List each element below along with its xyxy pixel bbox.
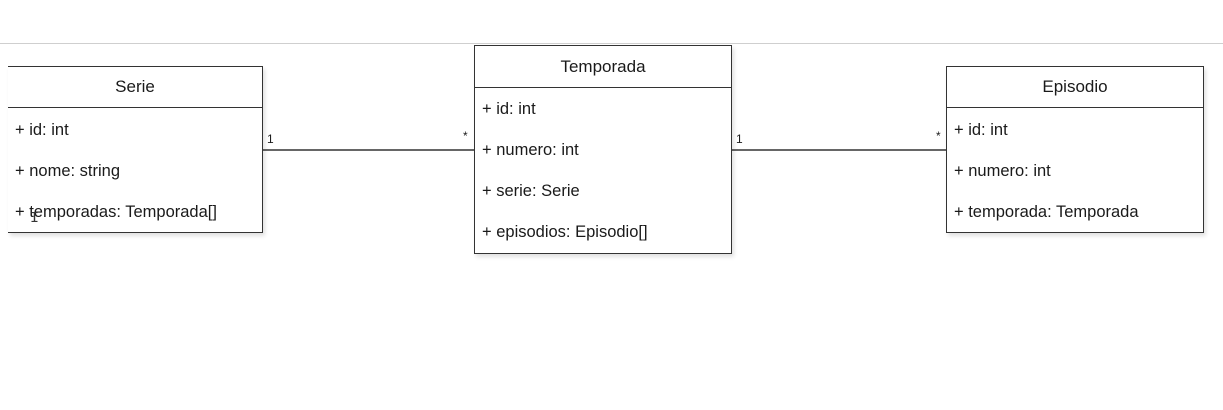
attribute-item: + serie: Serie [482,182,580,200]
class-name-episodio: Episodio [947,67,1203,108]
multiplicity-temporada-start: 1 [736,132,743,146]
attribute-item: + nome: string [15,162,121,180]
attribute-item: + numero: int [482,141,579,159]
attribute-item: + temporadas: Temporada[] [15,203,217,221]
class-name-serie: Serie [8,67,262,108]
class-box-serie[interactable]: Serie + id: int + nome: string + tempora… [8,66,263,233]
text-cursor-icon: I [30,210,40,227]
attribute-item: + episodios: Episodio[] [482,223,648,241]
attribute-item: + temporada: Temporada [954,203,1139,221]
uml-class-diagram: 1 * 1 * Serie + id: int + nome: string +… [0,0,1223,410]
attribute-list-serie: + id: int + nome: string + temporadas: T… [8,108,262,233]
attribute-item: + id: int [482,100,536,118]
multiplicity-serie-end: 1 [267,132,274,146]
multiplicity-temporada-end: * [463,129,468,143]
multiplicity-episodio-end: * [936,129,941,143]
attribute-item: + id: int [954,121,1008,139]
attribute-item: + numero: int [954,162,1051,180]
class-box-temporada[interactable]: Temporada + id: int + numero: int + seri… [474,45,732,254]
attribute-list-temporada: + id: int + numero: int + serie: Serie +… [475,88,731,253]
attribute-item: + id: int [15,121,69,139]
attribute-list-episodio: + id: int + numero: int + temporada: Tem… [947,108,1203,233]
class-name-temporada: Temporada [475,46,731,88]
class-box-episodio[interactable]: Episodio + id: int + numero: int + tempo… [946,66,1204,233]
